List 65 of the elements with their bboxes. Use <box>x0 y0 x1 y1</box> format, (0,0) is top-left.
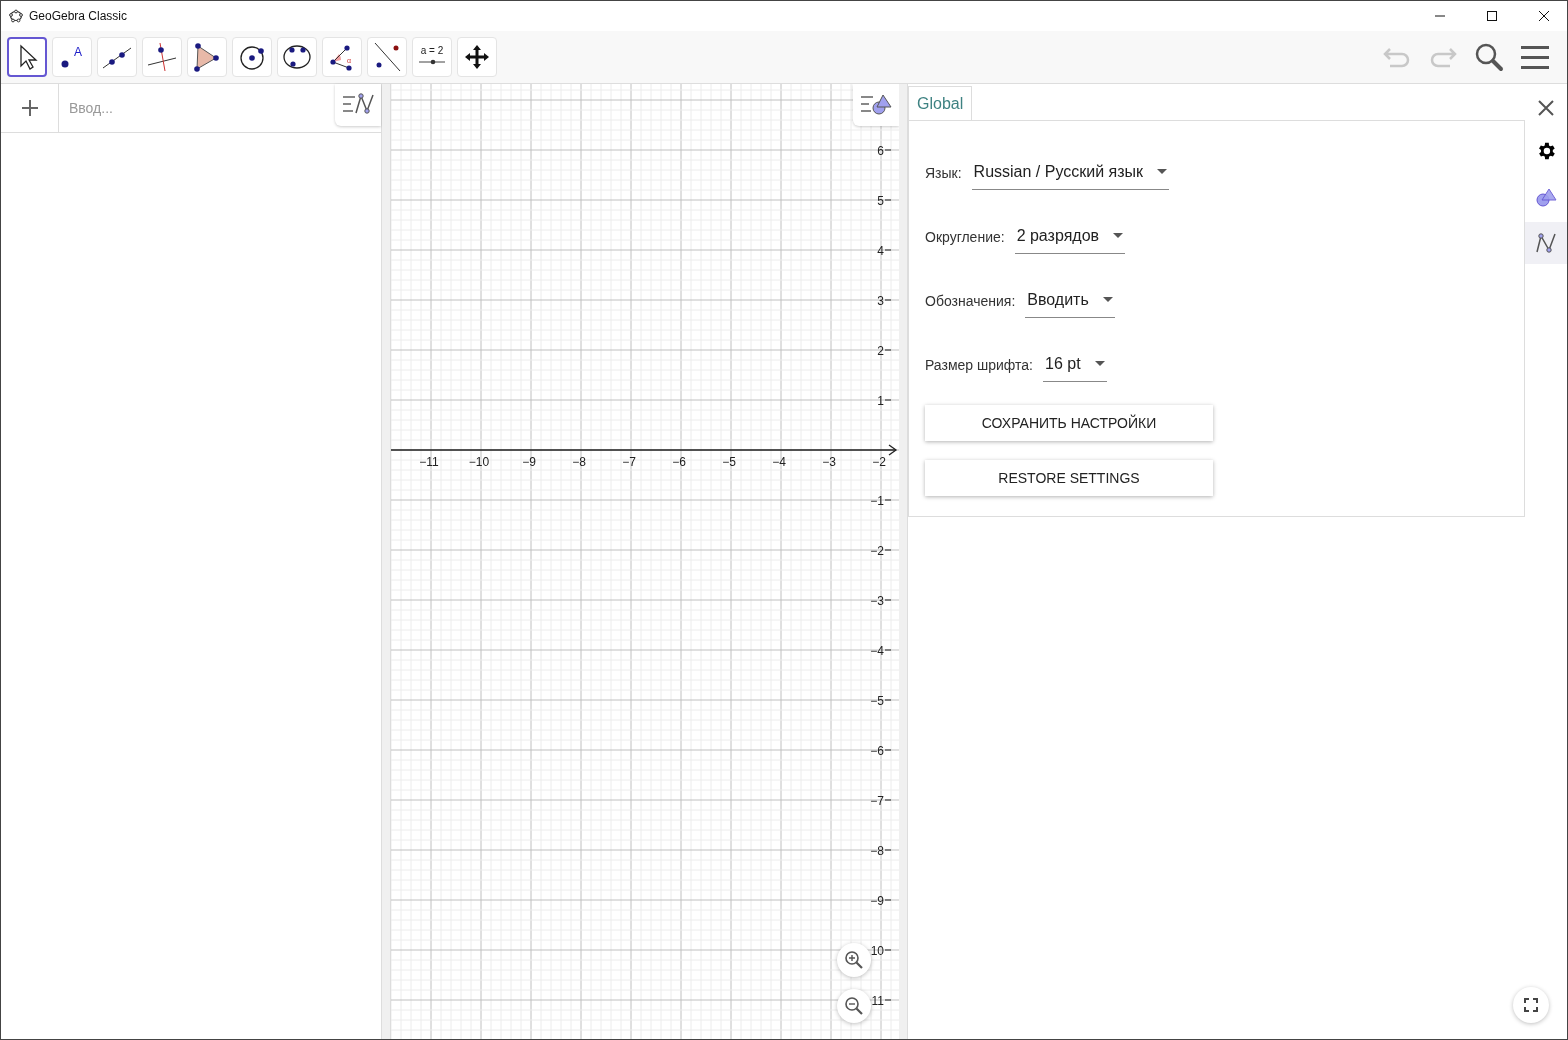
axis-label: −7 <box>870 794 884 808</box>
axis-label: −2 <box>870 544 884 558</box>
dropdown[interactable]: Russian / Русский язык <box>971 156 1170 190</box>
field-label: Обозначения: <box>925 293 1016 309</box>
axis-label: −10 <box>468 455 490 469</box>
axis-label: −5 <box>870 694 884 708</box>
caret-icon <box>1094 361 1105 366</box>
field-label: Округление: <box>925 229 1005 245</box>
style-bar-graph-icon <box>341 90 375 117</box>
axis-label: −7 <box>622 455 636 469</box>
style-bar-button[interactable] <box>335 84 381 126</box>
axis-label: −5 <box>722 455 736 469</box>
caret-icon <box>1113 233 1124 238</box>
dropdown[interactable]: Вводить <box>1025 284 1115 318</box>
zoom-out-button[interactable] <box>837 989 871 1023</box>
undo-icon <box>1382 45 1412 69</box>
settings-tab[interactable]: Global <box>908 86 973 120</box>
style-bar-button[interactable] <box>853 84 899 126</box>
axis-label: 10 <box>870 944 884 958</box>
close-icon <box>1539 11 1549 21</box>
save-settings-button[interactable]: СОХРАНИТЬ НАСТРОЙКИ <box>925 405 1213 441</box>
axis-label: 1 <box>877 394 884 408</box>
field-label: Язык: <box>925 165 962 181</box>
field-label: Размер шрифта: <box>925 357 1033 373</box>
axis-label: −1 <box>870 494 884 508</box>
menu-icon <box>1521 45 1549 69</box>
plus-icon <box>21 100 38 116</box>
fullscreen-button[interactable] <box>1513 987 1549 1023</box>
dropdown[interactable]: 16 pt <box>1043 348 1107 382</box>
fullscreen-icon <box>1524 998 1538 1012</box>
axis-label: −11 <box>419 455 439 469</box>
axis-label: −6 <box>870 744 884 758</box>
axis-label: −9 <box>522 455 536 469</box>
maximize-icon <box>1487 11 1497 21</box>
close-icon <box>1538 100 1554 116</box>
axis-label: 5 <box>877 194 884 208</box>
axis-label: −3 <box>822 455 836 469</box>
axis-label: 11 <box>871 994 884 1008</box>
axis-label: −4 <box>870 644 884 658</box>
dropdown[interactable]: 2 разрядов <box>1014 220 1126 254</box>
axis-label: −3 <box>870 594 884 608</box>
restore-settings-button[interactable]: RESTORE SETTINGS <box>925 460 1213 496</box>
axis-label: 6 <box>877 144 884 158</box>
axis-label: −4 <box>772 455 786 469</box>
window-title: GeoGebra Classic <box>29 9 129 23</box>
zoom-out-icon <box>844 996 864 1016</box>
perpendicular-lines-icon <box>145 40 179 74</box>
zoom-in-icon <box>844 950 864 970</box>
caret-icon <box>1102 297 1113 302</box>
axis-label: 4 <box>877 244 884 258</box>
axis-label: 3 <box>877 294 884 308</box>
axis-label: −8 <box>572 455 586 469</box>
axis-label: 2 <box>877 344 884 358</box>
graphics-view[interactable]: −11 −10 −9 −8 −7 −6 −5 −4 −3 −2 6 5 4 3 2 1 −1 −2 −3 −4 −5 −6 −7 −8 −9 10 11 <box>391 84 899 1039</box>
zoom-in-button[interactable] <box>837 943 871 977</box>
app-logo-icon <box>9 9 23 23</box>
function-graph-icon <box>1534 231 1558 255</box>
search-icon <box>1474 42 1504 72</box>
axis-label: −8 <box>870 844 884 858</box>
axis-label: −2 <box>872 455 886 469</box>
caret-icon <box>1157 169 1168 174</box>
axis-label: −9 <box>870 894 884 908</box>
axis-label: −6 <box>672 455 686 469</box>
redo-icon <box>1428 45 1458 69</box>
tool-button[interactable] <box>7 37 47 77</box>
